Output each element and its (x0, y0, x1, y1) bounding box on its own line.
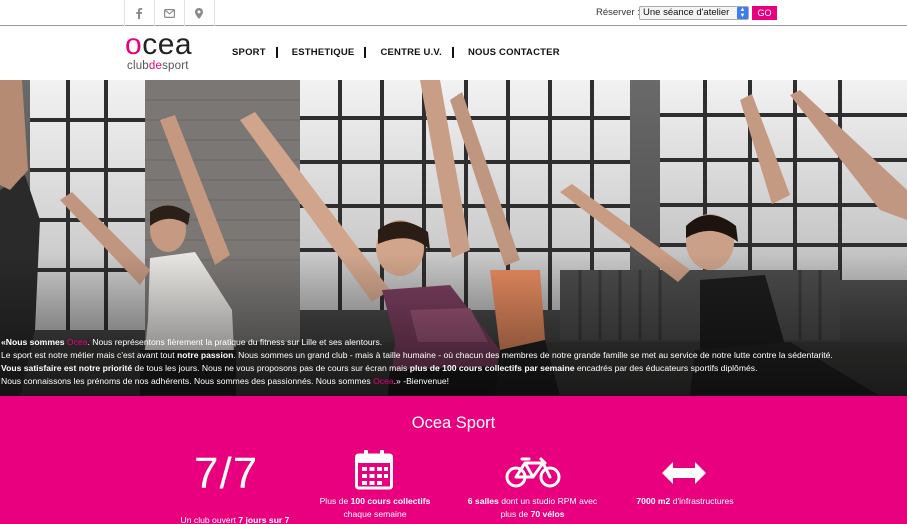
nav-item-esthetique[interactable]: ESTHETIQUE (292, 47, 355, 58)
logo-tagline: clubdesport (127, 60, 189, 72)
feature-group-classes: Plus de 100 cours collectifs chaque semai… (319, 496, 431, 519)
hero-paragraph: Vous satisfaire est notre priorité de to… (1, 363, 758, 373)
nav-separator (364, 47, 367, 58)
ocea-logo[interactable]: ocea clubdesport (125, 28, 217, 73)
arrows-horizontal-icon (662, 462, 706, 484)
nav-item-sport[interactable]: SPORT (232, 47, 266, 58)
divider (214, 0, 215, 26)
map-pin-icon[interactable] (184, 0, 214, 26)
hero-banner: «Nous sommes Ocea. Nous représentons fiè… (0, 80, 907, 396)
calendar-icon (355, 450, 393, 490)
nav-item-nous-contacter[interactable]: NOUS CONTACTER (468, 47, 560, 58)
bicycle-icon (505, 457, 561, 488)
hero-paragraph: Le sport est notre métier mais c'est ava… (1, 350, 833, 360)
ocea-sport-section: Ocea Sport 7/7 Un club ouvert 7 jours su… (0, 396, 907, 524)
select-arrows-icon: ▲ ▼ (737, 7, 748, 19)
facebook-icon[interactable] (124, 0, 154, 26)
hero-paragraph: Nous connaissons les prénoms de nos adhé… (1, 376, 450, 386)
reserve-label: Réserver : (596, 7, 640, 18)
feature-surface: 7000 m2 d'infrastructures (636, 496, 734, 506)
nav-item-centre-uv[interactable]: CENTRE U.V. (380, 47, 442, 58)
hero-paragraph: «Nous sommes Ocea. Nous représentons fiè… (1, 337, 383, 347)
main-nav: SPORT ESTHETIQUE CENTRE U.V. NOUS CONTAC… (232, 47, 560, 58)
brand-name: Ocea (373, 376, 394, 386)
feature-rooms: 6 salles dont un studio RPM avec plus de … (467, 496, 598, 519)
open-days-number: 7/7 (194, 449, 259, 498)
hero-intro-text: «Nous sommes Ocea. Nous représentons fiè… (0, 336, 907, 388)
nav-separator (451, 47, 454, 58)
feature-open-days: Un club ouvert 7 jours sur 7 (180, 515, 290, 524)
reserve-select-value: Une séance d'atelier (643, 7, 730, 18)
nav-separator (275, 47, 278, 58)
go-button[interactable]: GO (752, 6, 777, 20)
brand-name: Ocea (66, 337, 88, 347)
envelope-icon[interactable] (154, 0, 184, 26)
reserve-select[interactable]: Une séance d'atelier ▲ ▼ (639, 6, 749, 20)
section-title: Ocea Sport (411, 414, 496, 432)
top-utility-bar: Réserver : Une séance d'atelier ▲ ▼ GO (0, 0, 907, 26)
logo-wordmark: ocea (125, 28, 193, 61)
site-header: ocea clubdesport SPORT ESTHETIQUE CENTRE… (0, 26, 907, 80)
